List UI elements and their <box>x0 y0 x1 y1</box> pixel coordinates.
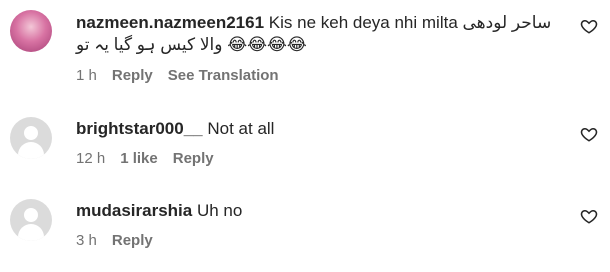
reply-button[interactable]: Reply <box>112 232 153 249</box>
comment-timestamp: 12 h <box>76 150 106 167</box>
comment-body: nazmeen.nazmeen2161 Kis ne keh deya nhi … <box>76 12 560 56</box>
heart-outline-icon[interactable] <box>580 17 598 35</box>
comment-meta: 12 h 1 like Reply <box>76 150 214 167</box>
likes-count[interactable]: 1 like <box>120 150 158 167</box>
avatar-body-shape <box>18 142 44 159</box>
comment-meta: 3 h Reply <box>76 232 153 249</box>
comment-item: nazmeen.nazmeen2161 Kis ne keh deya nhi … <box>0 0 610 92</box>
avatar[interactable] <box>10 199 52 241</box>
comment-username[interactable]: nazmeen.nazmeen2161 <box>76 13 264 32</box>
comment-text: Uh no <box>196 201 243 220</box>
heart-outline-icon[interactable] <box>580 125 598 143</box>
comment-body: mudasirarshia Uh no <box>76 200 560 222</box>
comment-timestamp: 1 h <box>76 67 97 84</box>
reply-button[interactable]: Reply <box>173 150 214 167</box>
comment-text-urdu: ساحر لودھی <box>462 13 552 32</box>
laughing-emoji-icon: 😂😂😂😂 <box>227 35 307 54</box>
reply-button[interactable]: Reply <box>112 67 153 84</box>
avatar-head-shape <box>24 208 38 222</box>
comment-text: Not at all <box>207 119 275 138</box>
heart-outline-icon[interactable] <box>580 207 598 225</box>
comment-username[interactable]: mudasirarshia <box>76 201 192 220</box>
comment-text: Kis ne keh deya nhi milta <box>268 13 458 32</box>
comment-item: brightstar000__ Not at all 12 h 1 like R… <box>0 108 610 180</box>
see-translation-button[interactable]: See Translation <box>168 67 279 84</box>
comment-meta: 1 h Reply See Translation <box>76 67 279 84</box>
comment-item: mudasirarshia Uh no 3 h Reply <box>0 190 610 262</box>
comment-username[interactable]: brightstar000__ <box>76 119 203 138</box>
comment-text-urdu-line2: والا کیس ہو گیا یہ تو <box>76 35 223 54</box>
comment-body: brightstar000__ Not at all <box>76 118 560 140</box>
avatar-head-shape <box>24 126 38 140</box>
avatar[interactable] <box>10 10 52 52</box>
avatar[interactable] <box>10 117 52 159</box>
avatar-body-shape <box>18 224 44 241</box>
comment-timestamp: 3 h <box>76 232 97 249</box>
